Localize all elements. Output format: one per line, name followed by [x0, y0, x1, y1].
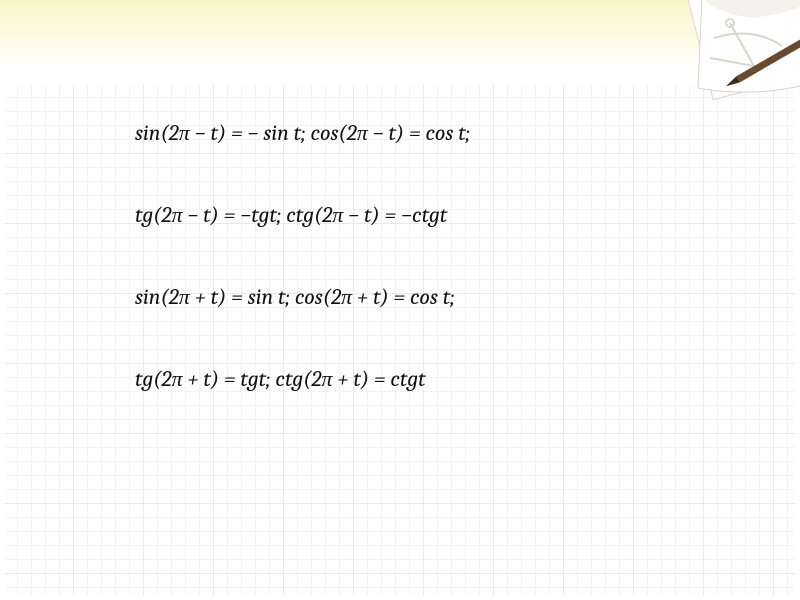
formula-line-2: tg(2π − t) = −tgt; ctg(2π − t) = −ctgt	[135, 202, 470, 228]
formula-block: sin(2π − t) = − sin t; cos(2π − t) = cos…	[135, 120, 470, 448]
notepad-pencil-icon	[602, 0, 800, 118]
formula-line-1: sin(2π − t) = − sin t; cos(2π − t) = cos…	[135, 120, 470, 146]
formula-line-3: sin(2π + t) = sin t; cos(2π + t) = cos t…	[135, 284, 470, 310]
formula-line-4: tg(2π + t) = tgt; ctg(2π + t) = ctgt	[135, 366, 470, 392]
